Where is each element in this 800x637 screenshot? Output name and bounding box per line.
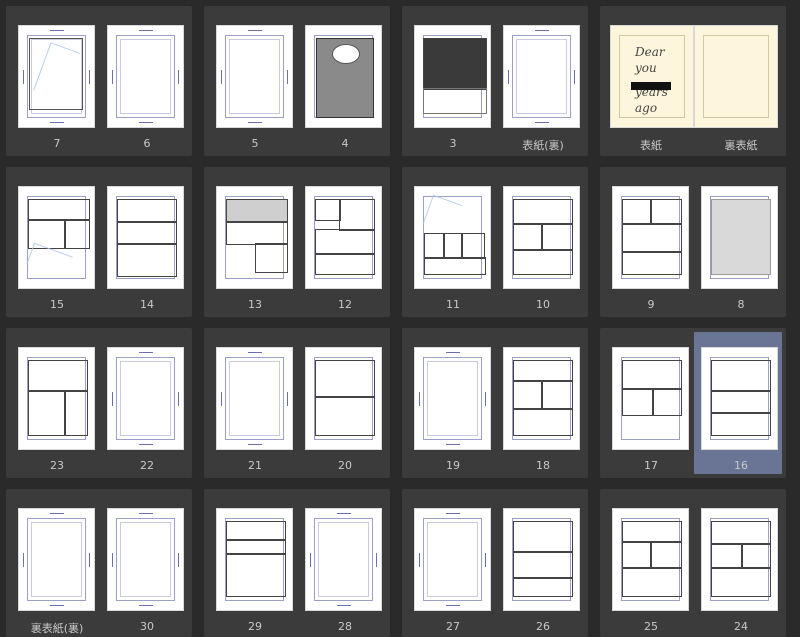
page-label: 21	[248, 459, 262, 472]
redacted-bar	[631, 82, 671, 90]
spread-21-20[interactable]: 21 20	[204, 328, 390, 478]
page-label: 3	[449, 137, 457, 150]
page-thumbnail-30[interactable]	[107, 508, 184, 611]
page-thumbnail-28[interactable]	[305, 508, 382, 611]
page-thumbnail-29[interactable]	[216, 508, 293, 611]
page-label: 4	[341, 137, 349, 150]
page-thumbnail-8[interactable]	[701, 186, 778, 289]
page-label: 30	[140, 620, 154, 633]
page-thumbnail-21[interactable]	[216, 347, 293, 450]
page-label: 7	[53, 137, 61, 150]
page-label: 29	[248, 620, 262, 633]
page-thumbnail-back-cover-inner[interactable]	[18, 508, 95, 611]
cover-title: Dear you years ago	[635, 45, 668, 115]
page-thumbnail-15[interactable]	[18, 186, 95, 289]
page-thumbnail-18[interactable]	[503, 347, 580, 450]
spread-29-28[interactable]: 29 28	[204, 489, 390, 637]
page-thumbnail-27[interactable]	[414, 508, 491, 611]
page-label: 9	[647, 298, 655, 311]
page-thumbnail-26[interactable]	[503, 508, 580, 611]
page-thumbnail-cover[interactable]: Dear you years ago	[610, 25, 694, 128]
page-thumbnail-3[interactable]	[414, 25, 491, 128]
page-label: 18	[536, 459, 550, 472]
page-label: 6	[143, 137, 151, 150]
spread-5-4[interactable]: 5 4	[204, 6, 390, 156]
page-thumbnail-6[interactable]	[107, 25, 184, 128]
page-thumbnail-10[interactable]	[503, 186, 580, 289]
page-thumbnail-4[interactable]	[305, 25, 382, 128]
page-thumbnail-5[interactable]	[216, 25, 293, 128]
page-label: 12	[338, 298, 352, 311]
page-label: 表紙(裏)	[522, 139, 564, 152]
page-label: 14	[140, 298, 154, 311]
page-thumbnail-23[interactable]	[18, 347, 95, 450]
page-manager-grid: 7 6 5 4 3 表紙(裏) Dear you years ago 表紙 裏表…	[0, 0, 800, 637]
page-label: 8	[737, 298, 745, 311]
page-thumbnail-cover-back[interactable]	[503, 25, 580, 128]
spread-25-24[interactable]: 25 24	[600, 489, 786, 637]
page-label: 19	[446, 459, 460, 472]
page-thumbnail-22[interactable]	[107, 347, 184, 450]
spread-backcover-inner-30[interactable]: 裏表紙(裏) 30	[6, 489, 192, 637]
page-thumbnail-9[interactable]	[612, 186, 689, 289]
page-label: 28	[338, 620, 352, 633]
spread-cover[interactable]: Dear you years ago 表紙 裏表紙	[600, 6, 786, 156]
page-label: 5	[251, 137, 259, 150]
page-thumbnail-19[interactable]	[414, 347, 491, 450]
page-label: 26	[536, 620, 550, 633]
spread-11-10[interactable]: 11 10	[402, 167, 588, 317]
page-label: 10	[536, 298, 550, 311]
spread-19-18[interactable]: 19 18	[402, 328, 588, 478]
spread-13-12[interactable]: 13 12	[204, 167, 390, 317]
page-label: 24	[734, 620, 748, 633]
page-thumbnail-24[interactable]	[701, 508, 778, 611]
page-thumbnail-7[interactable]	[18, 25, 95, 128]
spread-3-cover-back[interactable]: 3 表紙(裏)	[402, 6, 588, 156]
page-thumbnail-13[interactable]	[216, 186, 293, 289]
page-label: 裏表紙	[724, 139, 758, 152]
spread-23-22[interactable]: 23 22	[6, 328, 192, 478]
page-label: 23	[50, 459, 64, 472]
page-thumbnail-20[interactable]	[305, 347, 382, 450]
spread-27-26[interactable]: 27 26	[402, 489, 588, 637]
page-thumbnail-16[interactable]	[701, 347, 778, 450]
page-label: 表紙	[640, 139, 662, 152]
page-label: 16	[734, 459, 748, 472]
page-label: 22	[140, 459, 154, 472]
spread-7-6[interactable]: 7 6	[6, 6, 192, 156]
page-thumbnail-11[interactable]	[414, 186, 491, 289]
page-thumbnail-25[interactable]	[612, 508, 689, 611]
page-thumbnail-14[interactable]	[107, 186, 184, 289]
page-label: 25	[644, 620, 658, 633]
page-label: 11	[446, 298, 460, 311]
spread-9-8[interactable]: 9 8	[600, 167, 786, 317]
page-thumbnail-back-cover[interactable]	[694, 25, 778, 128]
spread-17-16[interactable]: 17 16	[600, 328, 786, 478]
page-label: 15	[50, 298, 64, 311]
spread-15-14[interactable]: 15 14	[6, 167, 192, 317]
page-label: 27	[446, 620, 460, 633]
page-thumbnail-12[interactable]	[305, 186, 382, 289]
page-label: 17	[644, 459, 658, 472]
page-label: 13	[248, 298, 262, 311]
page-label: 20	[338, 459, 352, 472]
page-label: 裏表紙(裏)	[30, 622, 84, 635]
page-thumbnail-17[interactable]	[612, 347, 689, 450]
